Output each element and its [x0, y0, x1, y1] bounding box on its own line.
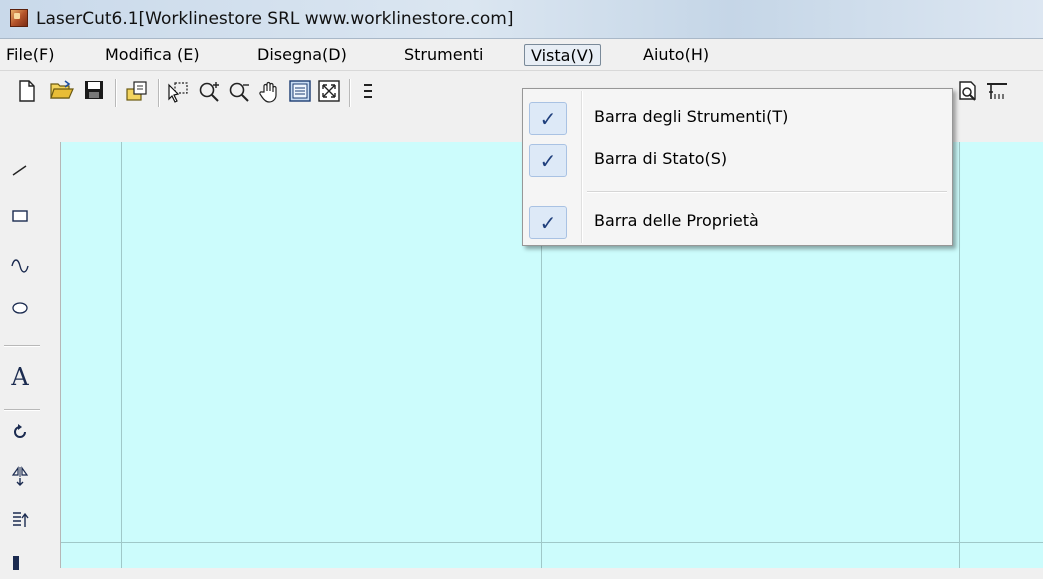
fit-all-icon[interactable]	[316, 80, 342, 106]
menu-item-propertybar[interactable]: ✓ Barra delle Proprietà	[523, 200, 952, 244]
pan-hand-icon[interactable]	[257, 80, 283, 106]
align-tool-icon[interactable]	[6, 508, 34, 536]
save-icon[interactable]	[81, 80, 107, 106]
menu-modifica[interactable]: Modifica (E)	[99, 44, 206, 66]
rectangle-tool-icon[interactable]	[6, 206, 34, 234]
print-preview-icon[interactable]	[955, 80, 981, 106]
toolbar-separator	[349, 79, 351, 107]
check-icon: ✓	[529, 206, 567, 239]
zoom-out-icon[interactable]	[227, 80, 253, 106]
new-file-icon[interactable]	[14, 80, 40, 106]
toolbox-separator	[4, 409, 40, 411]
title-bar: LaserCut6.1[Worklinestore SRL www.workli…	[0, 0, 1043, 39]
select-icon[interactable]	[165, 80, 191, 106]
rotate-tool-icon[interactable]	[6, 422, 34, 450]
menu-item-statusbar[interactable]: ✓ Barra di Stato(S)	[523, 138, 952, 182]
menu-item-label: Barra degli Strumenti(T)	[594, 107, 789, 126]
partial-toolbar-icon[interactable]	[355, 80, 381, 106]
menu-disegna[interactable]: Disegna(D)	[251, 44, 353, 66]
check-icon: ✓	[529, 144, 567, 177]
more-tool-icon[interactable]	[6, 550, 34, 578]
menu-aiuto[interactable]: Aiuto(H)	[637, 44, 715, 66]
ellipse-tool-icon[interactable]	[6, 298, 34, 326]
grid-line	[61, 542, 1043, 543]
window-title: LaserCut6.1[Worklinestore SRL www.workli…	[36, 9, 514, 29]
menu-file[interactable]: File(F)	[0, 44, 60, 66]
menu-bar: File(F) Modifica (E) Disegna(D) Strument…	[0, 39, 1043, 69]
measure-icon[interactable]	[984, 80, 1010, 106]
export-icon[interactable]	[124, 80, 150, 106]
curve-tool-icon[interactable]	[6, 254, 34, 282]
vista-dropdown-menu: ✓ Barra degli Strumenti(T) ✓ Barra di St…	[522, 88, 953, 246]
mirror-tool-icon[interactable]	[6, 465, 34, 493]
toolbar-separator	[158, 79, 160, 107]
line-tool-icon[interactable]	[6, 160, 34, 188]
grid-line	[121, 142, 122, 568]
check-icon: ✓	[529, 102, 567, 135]
app-icon[interactable]	[10, 9, 28, 27]
toolbar-separator	[115, 79, 117, 107]
text-tool-icon[interactable]: A	[6, 363, 34, 391]
open-folder-icon[interactable]	[49, 80, 75, 106]
menu-strumenti[interactable]: Strumenti	[398, 44, 489, 66]
toolbox-separator	[4, 345, 40, 347]
menu-item-label: Barra delle Proprietà	[594, 211, 759, 230]
menu-separator	[587, 191, 947, 193]
menu-item-label: Barra di Stato(S)	[594, 149, 728, 168]
drawing-toolbox: A	[0, 142, 61, 570]
grid-line	[959, 142, 960, 568]
zoom-in-icon[interactable]	[197, 80, 223, 106]
menu-item-toolbar[interactable]: ✓ Barra degli Strumenti(T)	[523, 96, 952, 140]
menu-vista[interactable]: Vista(V)	[524, 44, 601, 66]
view-page-icon[interactable]	[287, 80, 313, 106]
